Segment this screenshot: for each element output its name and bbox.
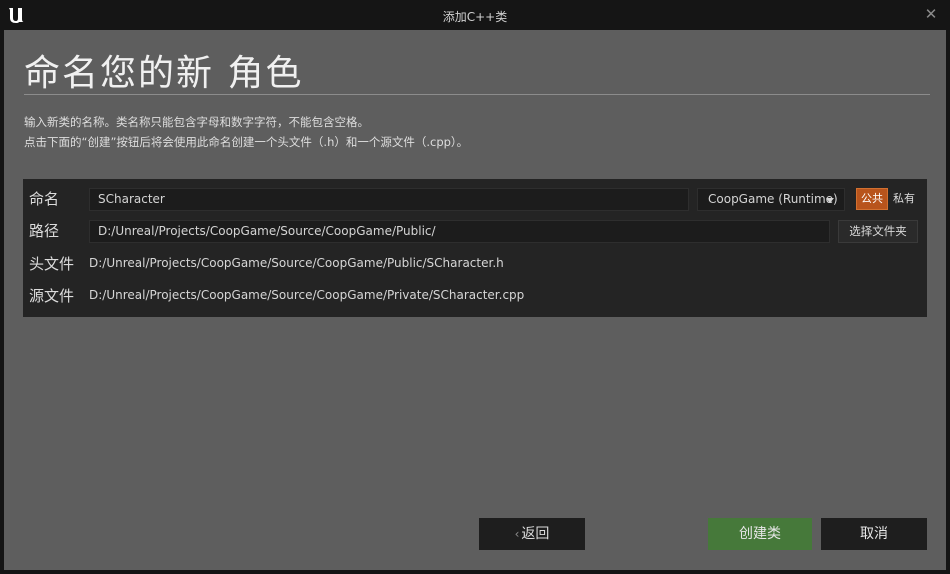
source-file-path: D:/Unreal/Projects/CoopGame/Source/CoopG… [89,288,525,302]
private-toggle[interactable]: 私有 [889,188,919,210]
source-file-label: 源文件 [29,287,75,305]
header-file-path: D:/Unreal/Projects/CoopGame/Source/CoopG… [89,256,504,270]
choose-folder-button[interactable]: 选择文件夹 [838,220,918,243]
chevron-down-icon [826,198,834,203]
chevron-left-icon: ‹ [514,527,520,541]
header-file-label: 头文件 [29,255,75,273]
close-icon[interactable]: ✕ [922,5,940,23]
dialog-content: 命名您的新 角色 输入新类的名称。类名称只能包含字母和数字字符，不能包含空格。 … [4,30,946,570]
name-label: 命名 [29,190,60,208]
class-name-input[interactable]: SCharacter [89,188,689,211]
module-dropdown[interactable]: CoopGame (Runtime) [697,188,845,211]
path-label: 路径 [29,222,60,240]
title-bar: 添加C++类 ✕ [0,0,950,30]
add-cpp-class-dialog: 添加C++类 ✕ 命名您的新 角色 输入新类的名称。类名称只能包含字母和数字字符… [0,0,950,574]
cancel-button[interactable]: 取消 [821,518,927,550]
class-settings-panel: 命名 SCharacter CoopGame (Runtime) 公共 私有 路… [23,179,927,317]
page-title: 命名您的新 角色 [24,53,304,94]
window-title: 添加C++类 [442,10,508,24]
path-input[interactable]: D:/Unreal/Projects/CoopGame/Source/CoopG… [89,220,830,243]
description-line-2: 点击下面的“创建”按钮后将会使用此命名创建一个头文件（.h）和一个源文件（.cp… [24,135,469,149]
public-toggle[interactable]: 公共 [856,188,888,210]
module-dropdown-value: CoopGame (Runtime) [708,192,838,206]
description-line-1: 输入新类的名称。类名称只能包含字母和数字字符，不能包含空格。 [24,115,369,129]
title-divider [24,94,930,95]
create-class-button[interactable]: 创建类 [708,518,812,550]
back-button-label: 返回 [521,526,550,542]
back-button[interactable]: ‹ 返回 [479,518,585,550]
